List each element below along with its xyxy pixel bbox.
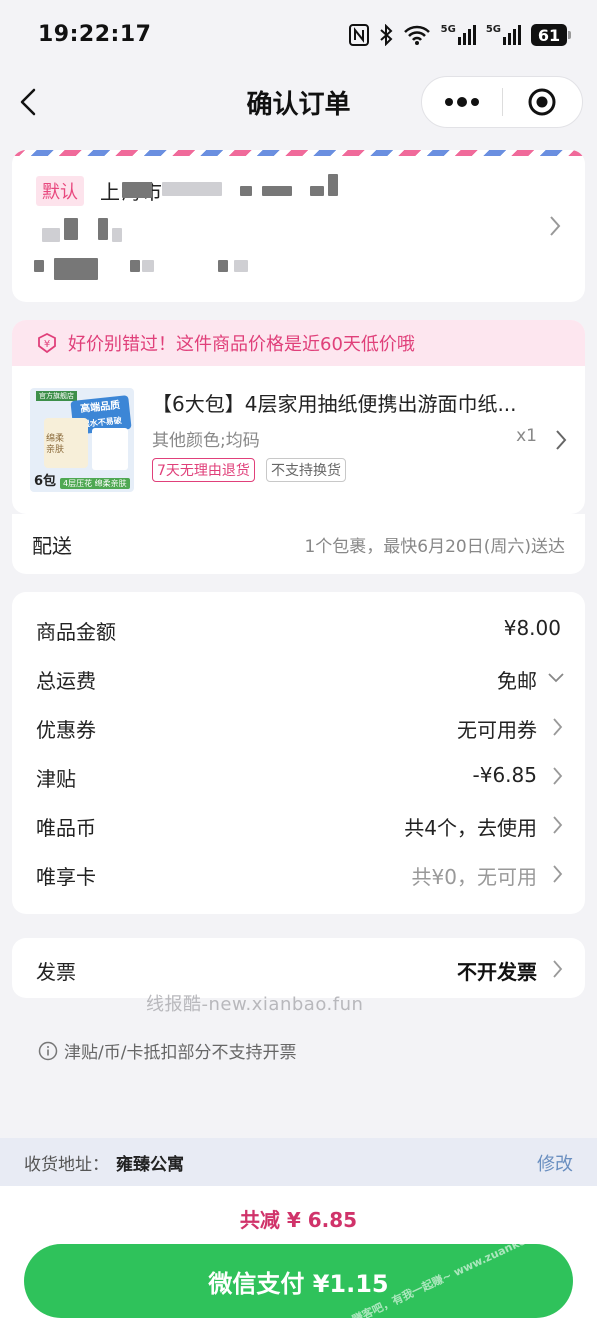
invoice-value: 不开发票 xyxy=(457,960,537,984)
signal-5g-icon: 5G xyxy=(441,25,476,45)
fee-value: 共4个，去使用 xyxy=(404,816,537,840)
info-icon xyxy=(38,1041,58,1060)
close-mini-program-button[interactable] xyxy=(503,77,583,127)
redacted-text xyxy=(262,186,292,196)
return-policy-badge: 7天无理由退货 xyxy=(152,458,255,482)
redacted-text xyxy=(112,228,122,242)
redacted-text xyxy=(234,260,248,272)
pay-button-label: 微信支付 ¥1.15 xyxy=(208,1269,389,1298)
redacted-text xyxy=(218,260,228,272)
more-button[interactable] xyxy=(422,77,502,127)
nfc-icon xyxy=(348,24,369,46)
product-image[interactable]: 官方旗舰店 高端品质 湿水不易破 绵柔亲肤 6包 4层压花 绵柔亲肤 xyxy=(30,388,134,492)
battery-icon: 61 xyxy=(531,24,571,46)
fee-value: 共¥0，无可用 xyxy=(411,865,537,889)
product-title[interactable]: 【6大包】4层家用抽纸便携出游面巾纸... xyxy=(152,388,552,417)
redacted-text xyxy=(42,228,60,242)
bluetooth-icon xyxy=(379,24,393,46)
fee-row-goods-amount: 商品金额 ¥8.00 xyxy=(12,608,585,648)
redacted-text xyxy=(310,186,324,196)
edit-address-link[interactable]: 修改 xyxy=(537,1150,573,1176)
address-card[interactable]: 默认 上海市 xyxy=(12,150,585,302)
fee-summary-card: 商品金额 ¥8.00 总运费 免邮 优惠券 无可用券 津贴 -¥6.85 唯品币… xyxy=(12,592,585,914)
invoice-note-text: 津贴/币/卡抵扣部分不支持开票 xyxy=(64,1043,297,1063)
invoice-row[interactable]: 发票 不开发票 xyxy=(12,938,585,998)
chevron-right-icon[interactable] xyxy=(554,428,568,452)
checkout-panel: 共减 ¥ 6.85 微信支付 ¥1.15 赚客吧，有我一起赚~ www.zuan… xyxy=(0,1186,597,1334)
redacted-text xyxy=(142,260,154,272)
total-discount: 共减 ¥ 6.85 xyxy=(239,1208,358,1232)
fee-label: 优惠券 xyxy=(36,718,96,742)
fee-label: 商品金额 xyxy=(36,620,116,644)
redacted-text xyxy=(64,218,78,240)
chevron-right-icon xyxy=(553,816,563,834)
chevron-right-icon xyxy=(553,767,563,785)
chevron-right-icon xyxy=(550,216,561,236)
fee-row-vip-coins[interactable]: 唯品币 共4个，去使用 xyxy=(12,804,585,844)
fee-row-vip-card[interactable]: 唯享卡 共¥0，无可用 xyxy=(12,853,585,893)
redacted-text xyxy=(98,218,108,240)
product-image-tag: 4层压花 绵柔亲肤 xyxy=(60,478,130,489)
promo-text: 好价别错过！这件商品价格是近60天低价哦 xyxy=(68,334,415,355)
wifi-icon xyxy=(403,25,430,45)
fee-label: 唯品币 xyxy=(36,816,96,840)
redacted-text xyxy=(240,186,252,196)
product-image-box-label: 绵柔亲肤 xyxy=(46,434,65,455)
wechat-pay-button[interactable]: 微信支付 ¥1.15 赚客吧，有我一起赚~ www.zuanke8.com xyxy=(24,1244,573,1318)
status-time: 19:22:17 xyxy=(38,22,152,47)
svg-text:¥: ¥ xyxy=(44,339,50,350)
product-card: ¥ 好价别错过！这件商品价格是近60天低价哦 官方旗舰店 高端品质 湿水不易破 … xyxy=(12,320,585,514)
chevron-down-icon xyxy=(548,673,564,683)
fee-row-shipping[interactable]: 总运费 免邮 xyxy=(12,657,585,697)
no-exchange-badge: 不支持换货 xyxy=(266,458,346,482)
fee-label: 总运费 xyxy=(36,669,96,693)
fee-value: -¥6.85 xyxy=(472,763,537,787)
shipping-info: 1个包裹，最快6月20日(周六)送达 xyxy=(304,537,565,557)
product-spec: 其他颜色;均码 xyxy=(152,431,260,451)
product-quantity: x1 xyxy=(516,426,537,446)
nav-bar: 确认订单 xyxy=(0,70,597,136)
redacted-text xyxy=(162,182,222,196)
redacted-text xyxy=(54,258,98,280)
tissue-pack xyxy=(92,428,128,470)
fee-row-allowance[interactable]: 津贴 -¥6.85 xyxy=(12,755,585,795)
shipping-label: 配送 xyxy=(32,534,72,558)
price-tag-icon: ¥ xyxy=(38,332,56,354)
redacted-text xyxy=(130,260,140,272)
invoice-note: 津贴/币/卡抵扣部分不支持开票 xyxy=(38,1038,296,1063)
shipping-row: 配送 1个包裹，最快6月20日(周六)送达 xyxy=(12,514,585,574)
status-icons: 5G 5G 61 xyxy=(348,22,571,48)
fee-row-coupon[interactable]: 优惠券 无可用券 xyxy=(12,706,585,746)
watermark-text: 线报酷-new.xianbao.fun xyxy=(146,994,364,1015)
signal-5g-icon: 5G xyxy=(486,25,521,45)
chevron-right-icon xyxy=(553,865,563,883)
signal-label: 5G xyxy=(485,24,501,35)
address-bar-value: 雍臻公寓 xyxy=(116,1155,184,1175)
redacted-text xyxy=(328,174,338,196)
default-address-tag: 默认 xyxy=(36,176,84,206)
fee-label: 津贴 xyxy=(36,767,76,791)
redacted-text xyxy=(34,260,44,272)
chevron-right-icon xyxy=(553,718,563,736)
status-bar: 19:22:17 5G 5G 61 xyxy=(0,0,597,70)
chevron-right-icon xyxy=(553,960,563,978)
invoice-label: 发票 xyxy=(36,960,76,984)
price-promo-strip: ¥ 好价别错过！这件商品价格是近60天低价哦 xyxy=(12,320,585,366)
product-image-brand: 官方旗舰店 xyxy=(36,391,77,401)
airmail-border xyxy=(12,150,585,156)
product-image-pack-count: 6包 xyxy=(34,474,57,489)
target-circle-icon xyxy=(528,88,556,116)
fee-value: 免邮 xyxy=(497,669,537,693)
signal-label: 5G xyxy=(440,24,456,35)
redacted-text xyxy=(122,182,152,198)
fee-label: 唯享卡 xyxy=(36,865,96,889)
address-bar-label: 收货地址： xyxy=(24,1155,109,1175)
battery-level: 61 xyxy=(537,25,561,45)
more-dots-icon xyxy=(444,97,479,107)
fee-value: 无可用券 xyxy=(457,718,537,742)
fee-value: ¥8.00 xyxy=(503,616,561,640)
delivery-address-bar: 收货地址： 雍臻公寓 修改 xyxy=(0,1138,597,1186)
mini-program-capsule xyxy=(421,76,583,128)
